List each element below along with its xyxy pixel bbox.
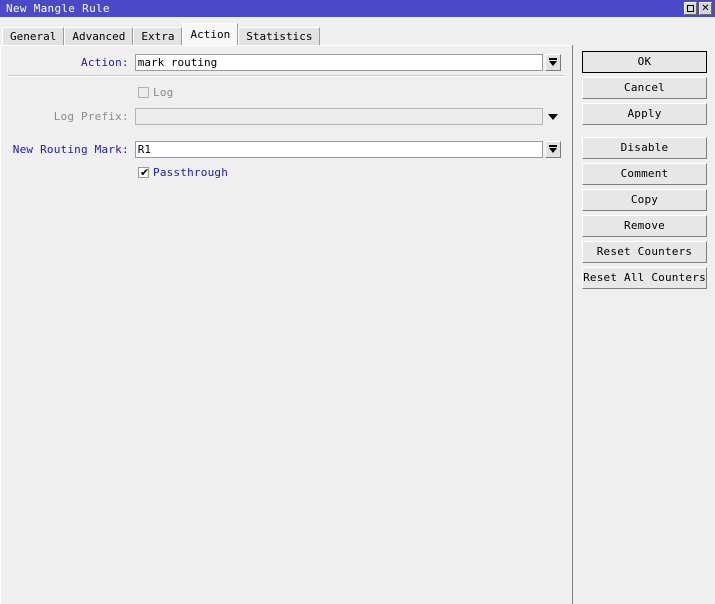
action-dropdown-button[interactable] [545, 53, 561, 71]
maximize-icon [687, 5, 694, 12]
tab-action-label: Action [190, 28, 231, 41]
action-row: Action: mark routing [1, 53, 561, 71]
action-form-panel: Action: mark routing Log Log Prefix: New… [0, 45, 572, 604]
window-title: New Mangle Rule [6, 2, 110, 15]
new-routing-mark-label: New Routing Mark: [12, 142, 129, 156]
chevron-down-icon [548, 113, 559, 120]
copy-button[interactable]: Copy [582, 189, 707, 211]
action-label: Action: [81, 55, 129, 69]
action-input[interactable]: mark routing [134, 53, 544, 71]
passthrough-checkbox[interactable]: ✔ [138, 165, 150, 179]
button-panel: OK Cancel Apply Disable Comment Copy Rem… [573, 45, 715, 604]
log-prefix-row: Log Prefix: [1, 107, 561, 125]
new-routing-mark-dropdown-button[interactable] [545, 140, 561, 158]
tab-general-label: General [10, 30, 57, 43]
new-routing-mark-row: New Routing Mark: R1 [1, 140, 561, 158]
comment-button[interactable]: Comment [582, 163, 707, 185]
passthrough-label: Passthrough [153, 165, 229, 179]
mangle-rule-dialog: New Mangle Rule ✕ General Advanced Extra… [0, 0, 715, 604]
tab-general[interactable]: General [2, 27, 65, 45]
reset-all-counters-button[interactable]: Reset All Counters [582, 267, 707, 289]
log-checkbox-row[interactable]: Log [138, 85, 173, 99]
ok-button[interactable]: OK [582, 51, 707, 73]
reset-counters-button[interactable]: Reset Counters [582, 241, 707, 263]
tab-advanced[interactable]: Advanced [64, 27, 134, 45]
remove-button[interactable]: Remove [582, 215, 707, 237]
disable-button[interactable]: Disable [582, 137, 707, 159]
chevron-down-icon [549, 60, 558, 66]
apply-button[interactable]: Apply [582, 103, 707, 125]
tab-advanced-label: Advanced [72, 30, 126, 43]
title-bar[interactable]: New Mangle Rule ✕ [0, 0, 715, 17]
new-routing-mark-input[interactable]: R1 [134, 140, 544, 158]
close-button[interactable]: ✕ [699, 2, 712, 15]
tab-strip: General Advanced Extra Action Statistics [0, 17, 715, 45]
passthrough-checkbox-row[interactable]: ✔ Passthrough [138, 165, 228, 179]
tab-extra[interactable]: Extra [133, 27, 183, 45]
form-separator [9, 75, 565, 77]
log-prefix-input[interactable] [134, 107, 544, 125]
checkmark-icon: ✔ [140, 165, 150, 179]
log-prefix-label: Log Prefix: [53, 109, 129, 123]
tab-action[interactable]: Action [182, 23, 239, 45]
combo-bar-icon [549, 57, 558, 60]
tab-extra-label: Extra [141, 30, 175, 43]
close-icon: ✕ [701, 3, 710, 14]
log-checkbox[interactable] [138, 86, 149, 98]
chevron-down-icon [549, 147, 558, 153]
cancel-button[interactable]: Cancel [582, 77, 707, 99]
tab-statistics[interactable]: Statistics [238, 27, 321, 45]
log-label: Log [153, 85, 174, 99]
combo-bar-icon [549, 144, 558, 147]
log-prefix-dropdown-button[interactable] [545, 108, 561, 125]
maximize-button[interactable] [684, 2, 697, 15]
window-controls: ✕ [684, 2, 712, 15]
tab-statistics-label: Statistics [246, 30, 313, 43]
